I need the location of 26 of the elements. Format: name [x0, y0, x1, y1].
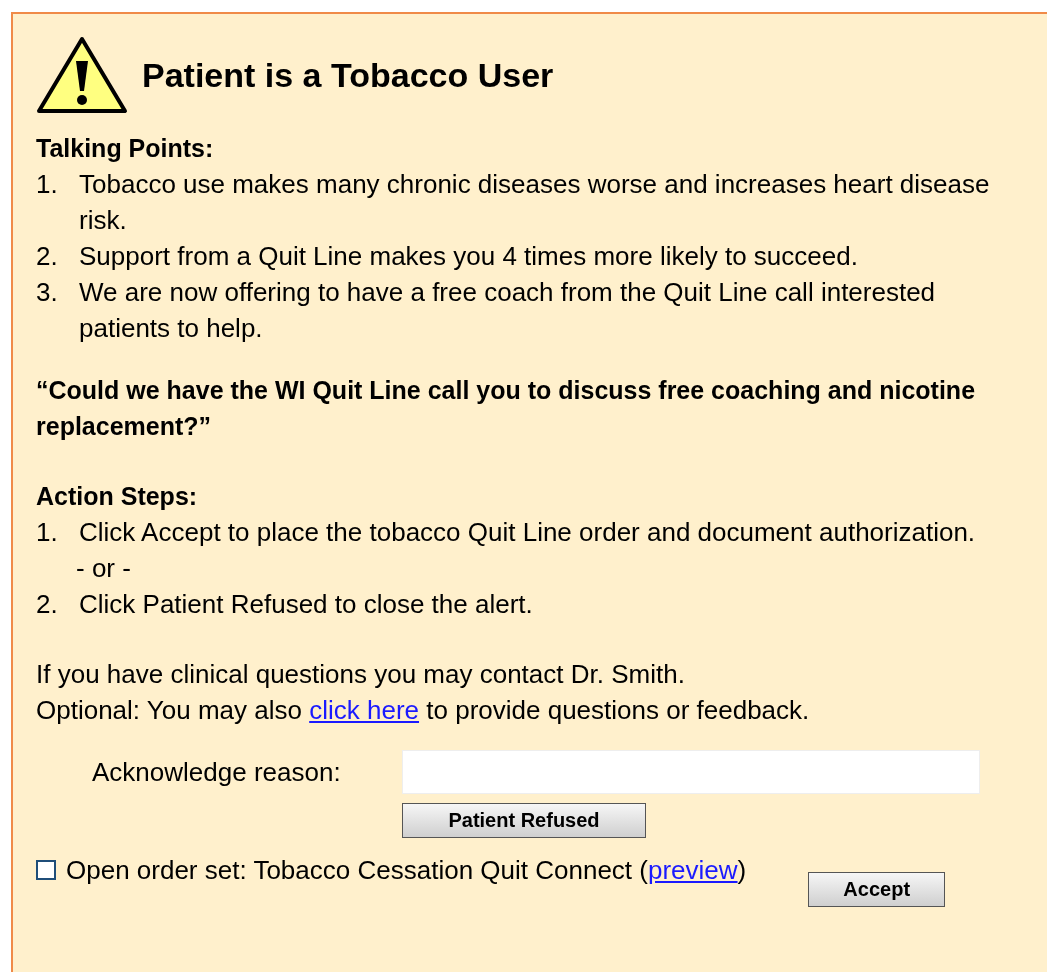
- list-item-text: Click Patient Refused to close the alert.: [79, 588, 534, 621]
- list-item-text: Tobacco use makes many chronic diseases worse and increases heart disease risk.: [79, 168, 991, 237]
- accept-button[interactable]: Accept: [808, 872, 946, 907]
- list-item-text: Click Accept to place the tobacco Quit Line order and document authorization.: [79, 516, 977, 549]
- list-item-text: Support from a Quit Line makes you 4 times more likely to succeed.: [79, 240, 859, 273]
- list-item-text: We are now offering to have a free coach from the Quit Line call interested patients to help.: [79, 276, 937, 345]
- list-number: 3.: [36, 276, 59, 309]
- separator-text: - or -: [76, 553, 131, 583]
- contact-note: If you have clinical questions you may contact Dr. Smith.: [36, 658, 686, 691]
- list-number: 2.: [36, 588, 59, 621]
- list-number: 2.: [36, 240, 59, 273]
- preview-link[interactable]: preview: [647, 855, 738, 885]
- feedback-link[interactable]: click here: [309, 695, 420, 725]
- list-number: 1.: [36, 168, 59, 201]
- section-heading: Action Steps:: [36, 481, 199, 512]
- question-text: “Could we have the WI Quit Line call you to discuss free coaching and nicotine replacement?”: [36, 375, 977, 442]
- field-label: Acknowledge reason:: [91, 756, 342, 789]
- list-number: 1.: [36, 516, 59, 549]
- section-heading: Talking Points:: [36, 133, 215, 164]
- reason-field[interactable]: [402, 750, 980, 794]
- optional-note: Optional: You may also click here to provide questions or feedback.: [36, 694, 811, 727]
- alert-title: Patient is a Tobacco User: [142, 57, 554, 93]
- checkbox-label: Open order set: Tobacco Cessation Quit Connect (preview): [66, 854, 747, 887]
- warning-icon: [36, 36, 128, 114]
- patient-refused-button[interactable]: Patient Refused: [402, 803, 646, 838]
- checkbox[interactable]: [36, 860, 56, 880]
